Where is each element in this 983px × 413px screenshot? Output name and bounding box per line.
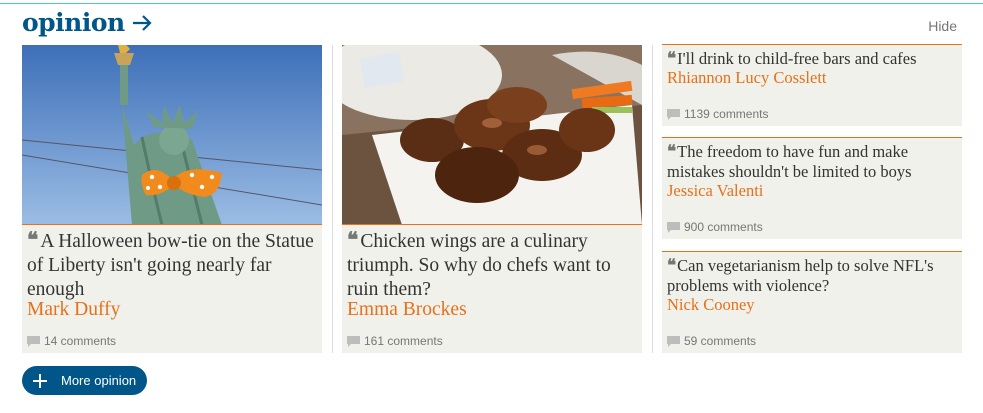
card-byline[interactable]: Mark Duffy (27, 299, 120, 321)
card-byline[interactable]: Emma Brockes (347, 299, 467, 321)
side-card-freedom[interactable]: ❝ The freedom to have fun and make mistak… (662, 137, 962, 239)
comments-count: 1139 comments (684, 107, 769, 121)
card-accent-rule (22, 224, 322, 225)
column-divider (332, 45, 333, 353)
section-title-link[interactable]: opinion (22, 8, 153, 37)
more-opinion-button[interactable]: More opinion (22, 366, 147, 395)
opinion-card-chicken[interactable]: ❝ Chicken wings are a culinary triumph. S… (342, 45, 642, 353)
comment-bubble-icon (27, 335, 40, 347)
card-headline[interactable]: ❝ Chicken wings are a culinary triumph. S… (347, 228, 637, 302)
comment-bubble-icon (667, 108, 680, 120)
quote-icon: ❝ (667, 142, 676, 162)
plus-icon (33, 373, 47, 388)
comment-bubble-icon (347, 335, 360, 347)
column-divider (652, 45, 653, 353)
opinion-card-statue[interactable]: ❝ A Halloween bow-tie on the Statue of Li… (22, 45, 322, 353)
comment-bubble-icon (667, 221, 680, 233)
card-headline-text: A Halloween bow-tie on the Statue of Lib… (27, 231, 314, 300)
card-headline[interactable]: ❝ A Halloween bow-tie on the Statue of Li… (27, 228, 317, 302)
arrow-right-icon (132, 14, 152, 31)
side-card-byline[interactable]: Jessica Valenti (667, 181, 763, 201)
comments-count: 59 comments (684, 334, 757, 348)
comments-link[interactable]: 59 comments (667, 334, 756, 348)
comments-count: 900 comments (684, 220, 763, 234)
section-top-rule (0, 3, 983, 4)
chicken-wings-image (342, 45, 642, 225)
side-card-headline-text: The freedom to have fun and make mistake… (667, 142, 912, 181)
quote-icon: ❝ (347, 227, 358, 252)
more-opinion-label: More opinion (61, 373, 137, 388)
quote-icon: ❝ (27, 227, 38, 252)
quote-icon: ❝ (667, 256, 676, 276)
quote-icon: ❝ (667, 49, 676, 69)
side-card-child-free[interactable]: ❝ I'll drink to child-free bars and cafes… (662, 44, 962, 126)
side-card-headline[interactable]: ❝ The freedom to have fun and make mistak… (667, 142, 959, 182)
card-accent-rule (342, 224, 642, 225)
comment-bubble-icon (667, 335, 680, 347)
side-card-headline-text: I'll drink to child-free bars and cafes (677, 49, 917, 68)
comments-count: 14 comments (44, 334, 117, 348)
side-card-byline[interactable]: Nick Cooney (667, 295, 755, 315)
section-title: opinion (22, 8, 125, 37)
comments-link[interactable]: 161 comments (347, 334, 443, 348)
comments-link[interactable]: 900 comments (667, 220, 763, 234)
statue-of-liberty-image (22, 45, 322, 225)
hide-button[interactable]: Hide (928, 18, 957, 34)
side-card-headline[interactable]: ❝ I'll drink to child-free bars and cafes (667, 49, 959, 69)
card-headline-text: Chicken wings are a culinary triumph. So… (347, 231, 611, 300)
side-card-byline[interactable]: Rhiannon Lucy Cosslett (667, 68, 827, 88)
comments-count: 161 comments (364, 334, 443, 348)
side-card-headline-text: Can vegetarianism help to solve NFL's pr… (667, 256, 934, 295)
comments-link[interactable]: 1139 comments (667, 107, 769, 121)
comments-link[interactable]: 14 comments (27, 334, 116, 348)
side-card-nfl[interactable]: ❝ Can vegetarianism help to solve NFL's p… (662, 251, 962, 353)
side-card-headline[interactable]: ❝ Can vegetarianism help to solve NFL's p… (667, 256, 959, 296)
